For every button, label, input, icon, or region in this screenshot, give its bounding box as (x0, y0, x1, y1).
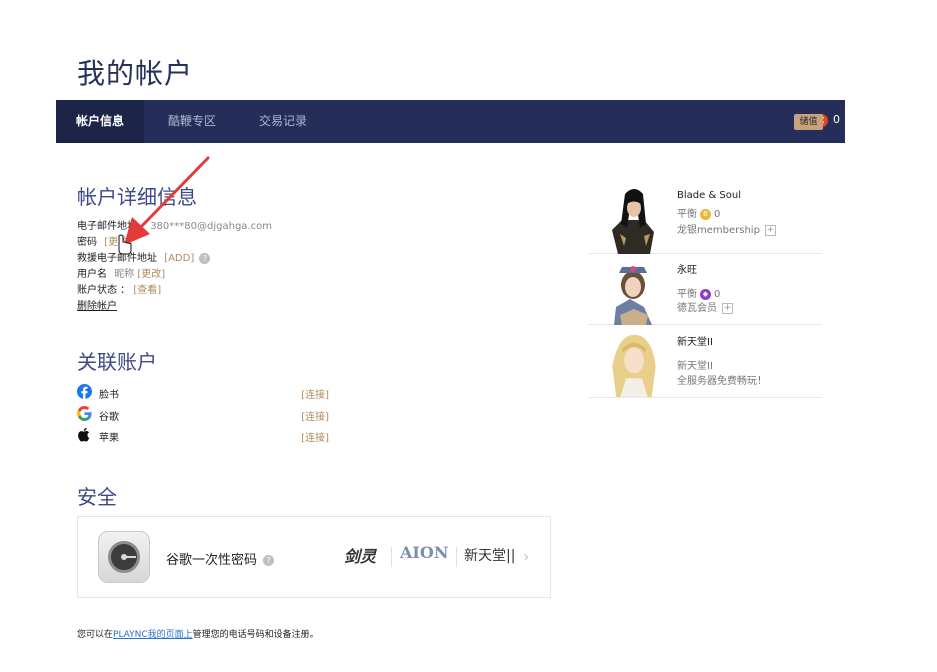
lineage2-character-art (612, 334, 656, 397)
username-label: 用户名 (77, 269, 107, 280)
tab-transactions[interactable]: 交易记录 (246, 100, 320, 143)
coin-badge-icon: B (700, 208, 711, 220)
tab-cool-zone[interactable]: 酷鞭专区 (154, 100, 230, 143)
linked-google-row: 谷歌 [连接] (77, 406, 329, 423)
username-row: 用户名 昵称 [更改] (77, 265, 165, 280)
email-value: 380***80@djgahga.com (150, 221, 272, 232)
game-name: 永旺 (677, 265, 697, 276)
help-icon[interactable]: ? (263, 555, 275, 566)
game-subtitle: 新天堂II (677, 361, 713, 372)
game-card-lineage2[interactable]: 新天堂II 新天堂II 全服务器免费畅玩！ (588, 327, 822, 398)
security-title: 安全 (77, 485, 117, 509)
blade-and-soul-character-art (612, 189, 654, 254)
game-balance-row: 平衡 B 0 (677, 208, 721, 220)
facebook-icon (77, 384, 92, 399)
rescue-email-row: 救援电子邮件地址 [ADD] ? (77, 249, 211, 264)
view-status-link[interactable]: [查看] (133, 285, 161, 296)
linked-apple-row: 苹果 [连接] (77, 427, 329, 444)
facebook-label: 脸书 (99, 390, 119, 401)
footer-note: 您可以在PLAYNC我的页面上管理您的电话号码和设备注册。 (77, 630, 319, 640)
charge-button[interactable]: 储值 (794, 114, 823, 130)
game-card-aion[interactable]: 永旺 平衡 ◆ 0 德瓦会员 + (588, 255, 822, 325)
linked-facebook-row: 脸书 [连接] (77, 384, 329, 401)
game-balance-row: 平衡 ◆ 0 (677, 288, 721, 300)
aion-character-art (614, 266, 652, 325)
apple-icon (78, 427, 90, 442)
email-label: 电子邮件地址 (77, 221, 137, 232)
game-membership-row: 龙银membership + (677, 224, 776, 236)
apple-label: 苹果 (99, 433, 119, 444)
delete-account-row: 删除帐户 (77, 297, 117, 312)
delete-account-link[interactable]: 删除帐户 (77, 301, 117, 312)
account-status-row: 账户状态 ： [查看] (77, 281, 161, 296)
gem-badge-icon: ◆ (700, 288, 711, 300)
change-password-link[interactable]: [更改] (104, 237, 132, 248)
password-row: 密码 [更改] (77, 233, 132, 248)
logo-divider (456, 547, 457, 567)
email-row: 电子邮件地址 380***80@djgahga.com (77, 217, 272, 232)
game-membership-row: 德瓦会员 + (677, 302, 733, 314)
connect-apple-link[interactable]: [连接] (301, 429, 329, 444)
game-name: Blade & Soul (677, 190, 742, 201)
google-otp-card[interactable]: 谷歌一次性密码 ? 剑灵 AION 新天堂|| › (77, 516, 551, 598)
game-name: 新天堂II (677, 337, 713, 348)
plaync-mypage-link[interactable]: PLAYNC我的页面上 (113, 630, 193, 640)
account-nav-bar: 帐户信息 酷鞭专区 交易记录 C 0 (56, 100, 845, 143)
google-label: 谷歌 (99, 412, 119, 423)
lineage2-logo: 新天堂|| (464, 548, 516, 564)
game-promo-text: 全服务器免费畅玩！ (677, 376, 767, 387)
plus-icon[interactable]: + (722, 302, 733, 314)
tab-account-info[interactable]: 帐户信息 (56, 100, 144, 143)
linked-accounts-title: 关联账户 (77, 350, 157, 374)
add-rescue-email-link[interactable]: [ADD] (164, 253, 194, 264)
rescue-email-label: 救援电子邮件地址 (77, 253, 157, 264)
page-title: 我的帐户 (77, 57, 194, 90)
coin-balance: 0 (833, 113, 840, 126)
username-value: 昵称 (114, 269, 135, 280)
help-icon[interactable]: ? (199, 252, 211, 264)
blade-and-soul-logo: 剑灵 (344, 547, 377, 566)
otp-label: 谷歌一次性密码 ? (166, 549, 275, 568)
game-card-blade-and-soul[interactable]: Blade & Soul 平衡 B 0 龙银membership + (588, 184, 822, 254)
account-status-label: 账户状态 ： (77, 285, 131, 296)
connect-facebook-link[interactable]: [连接] (301, 386, 329, 401)
logo-divider (391, 547, 392, 567)
change-username-link[interactable]: [更改] (137, 269, 165, 280)
chevron-right-icon[interactable]: › (523, 547, 529, 566)
google-icon (77, 406, 92, 421)
connect-google-link[interactable]: [连接] (301, 408, 329, 423)
aion-logo: AION (400, 543, 449, 562)
password-label: 密码 (77, 237, 97, 248)
account-details-title: 帐户详细信息 (77, 185, 197, 209)
plus-icon[interactable]: + (764, 224, 776, 236)
otp-authenticator-icon (98, 531, 150, 583)
